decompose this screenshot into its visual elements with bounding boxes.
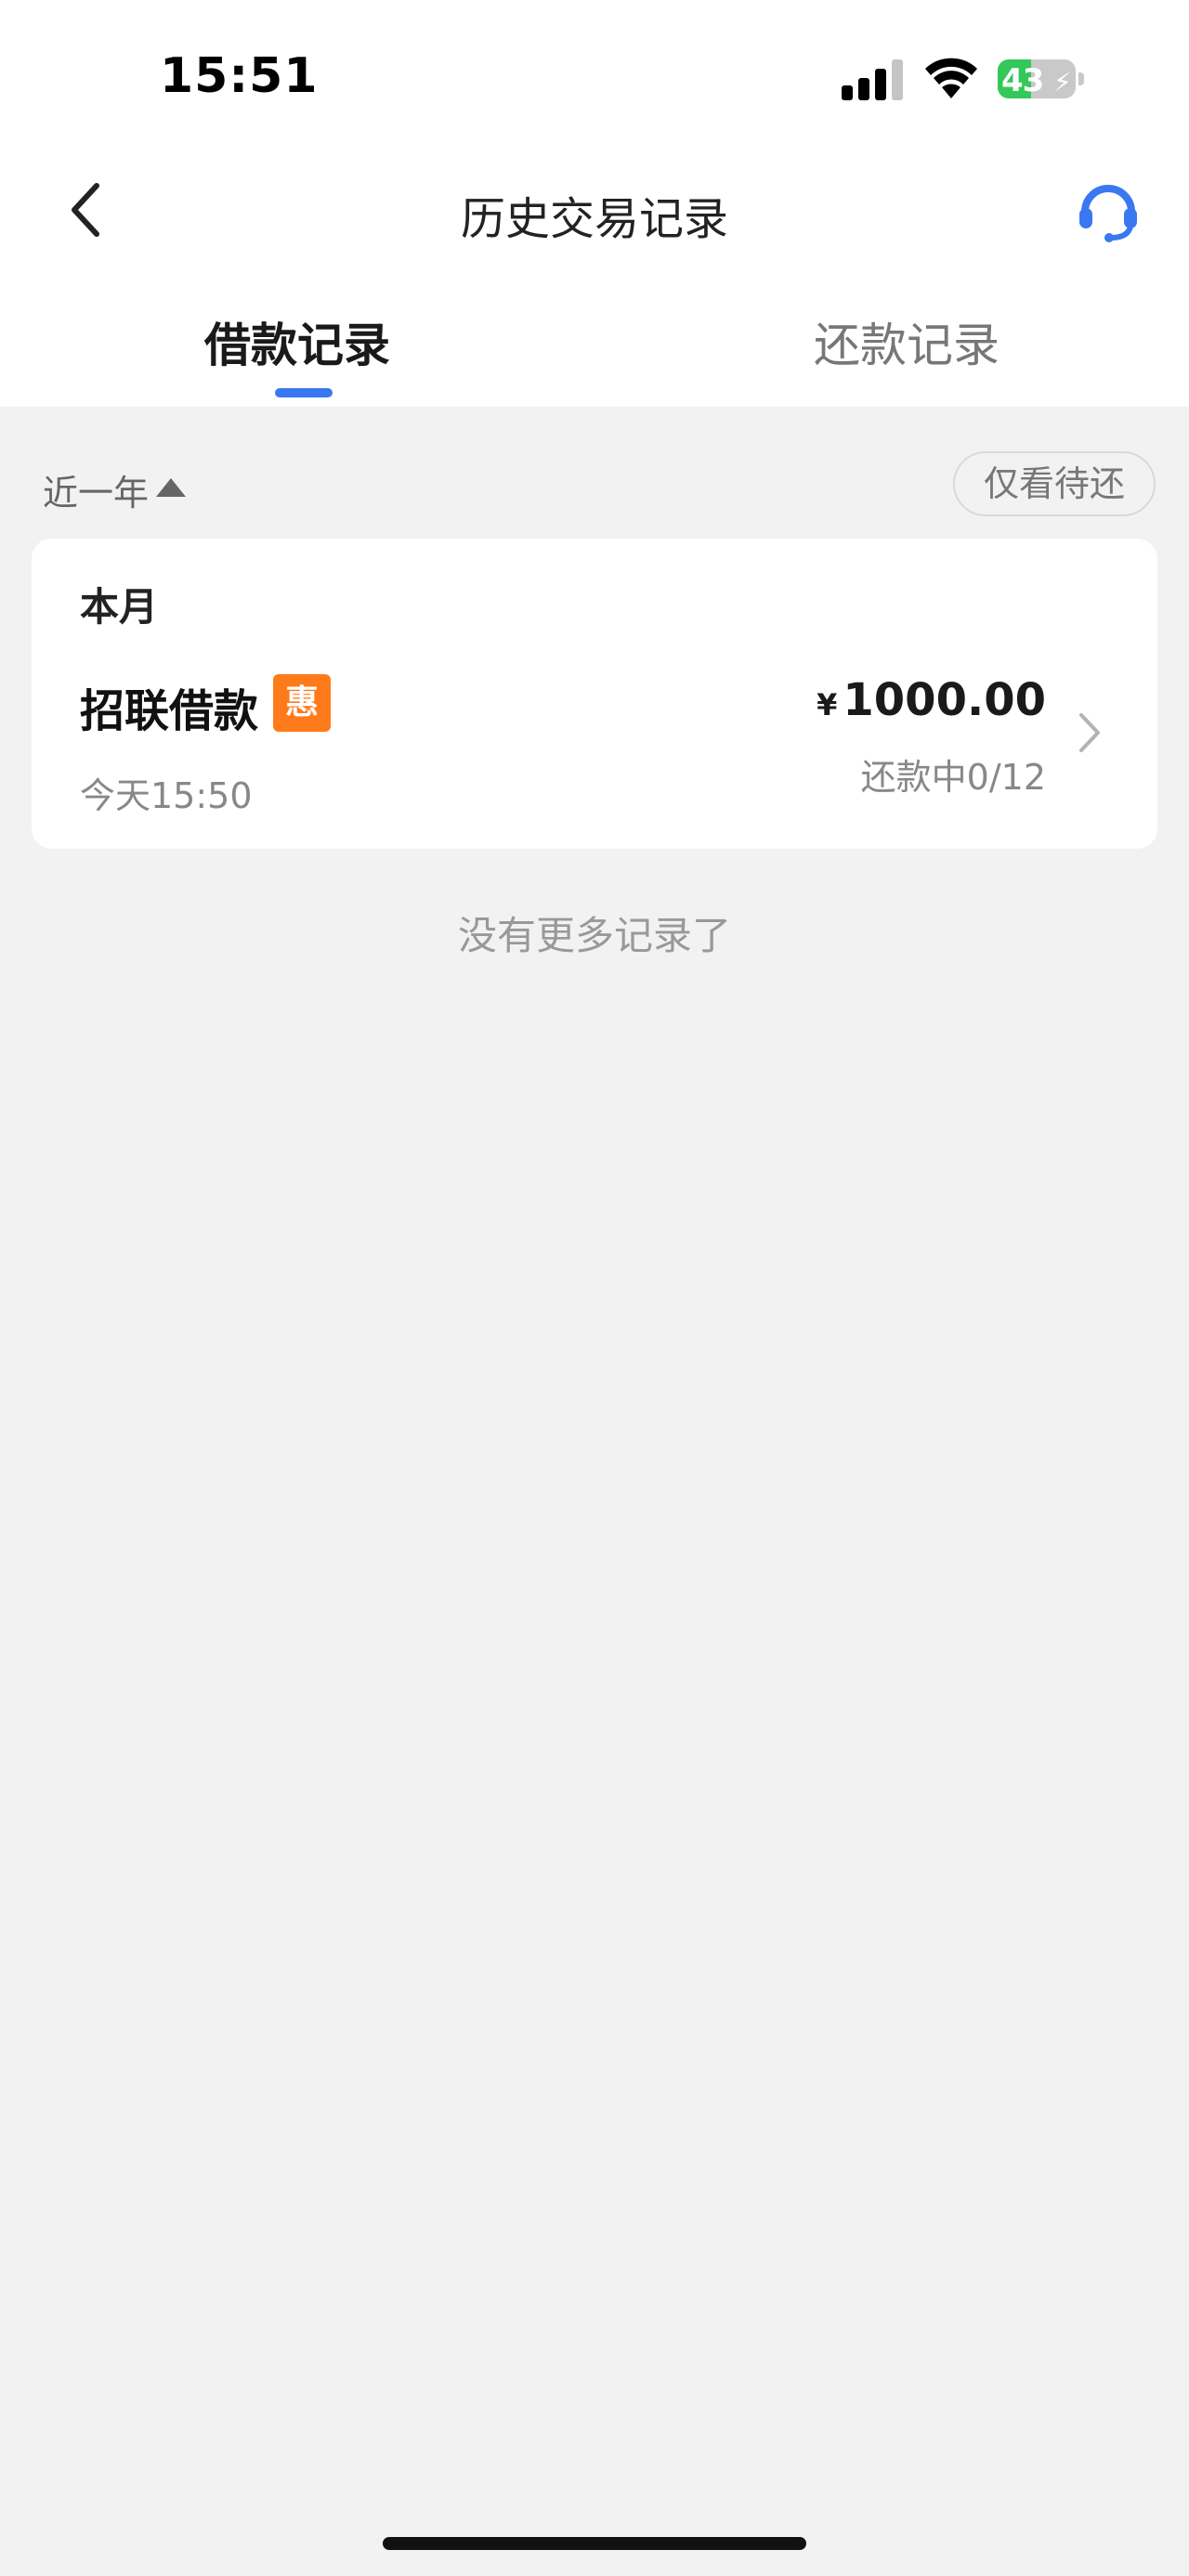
home-indicator[interactable] (383, 2537, 806, 2550)
loan-amount: ¥1000.00 (817, 674, 1046, 726)
customer-service-button[interactable] (1074, 175, 1143, 243)
battery-tip (1078, 72, 1084, 85)
active-tab-indicator (275, 388, 333, 397)
cellular-signal-icon (842, 59, 903, 100)
lightning-bolt-icon: ⚡ (1053, 67, 1072, 98)
currency-symbol: ¥ (817, 687, 838, 722)
no-more-records-text: 没有更多记录了 (457, 913, 731, 958)
amount-value: 1000.00 (843, 674, 1046, 726)
triangle-up-icon[interactable] (156, 478, 186, 497)
wifi-icon (925, 58, 977, 98)
battery-charging-icon: 43 ⚡ (998, 56, 1087, 102)
page-title: 历史交易记录 (460, 193, 728, 245)
battery-body: 43 ⚡ (998, 59, 1076, 98)
status-time: 15:51 (160, 48, 319, 104)
discount-badge: 惠 (273, 674, 331, 732)
pending-only-button[interactable]: 仅看待还 (953, 451, 1156, 516)
chevron-right-icon[interactable] (1074, 708, 1105, 758)
loan-name: 招联借款 (80, 685, 259, 737)
tab-borrow-records[interactable]: 借款记录 (204, 308, 390, 375)
month-label: 本月 (80, 584, 159, 630)
loan-time: 今天15:50 (80, 775, 253, 816)
period-filter[interactable]: 近一年 (43, 464, 149, 515)
record-card[interactable]: 本月 招联借款 惠 今天15:50 ¥1000.00 还款中0/12 (32, 539, 1157, 849)
tab-repay-records[interactable]: 还款记录 (814, 308, 1000, 375)
headset-icon (1079, 185, 1137, 242)
battery-level: 43 (1001, 62, 1044, 98)
repay-status: 还款中0/12 (860, 757, 1046, 798)
